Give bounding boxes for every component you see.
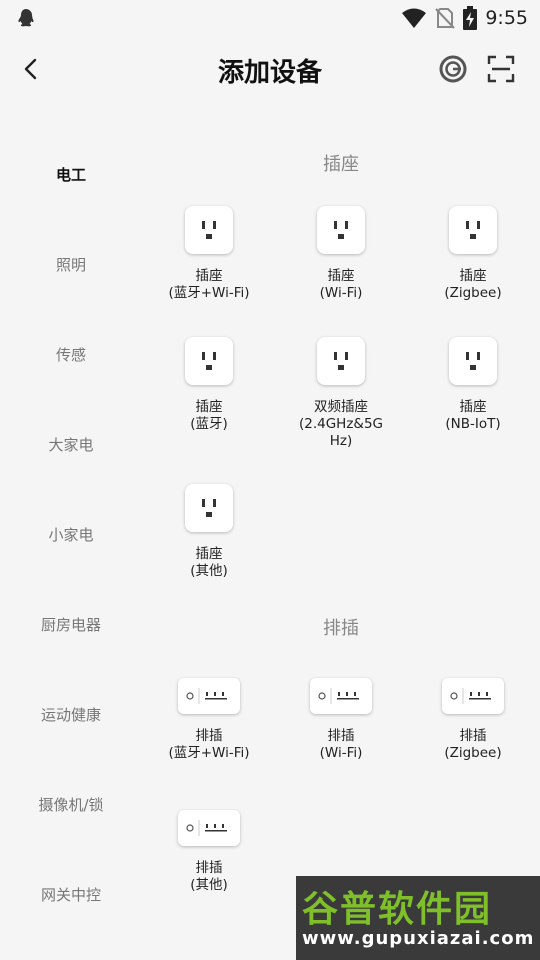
device-label: 排插 (Wi-Fi) [319, 728, 363, 761]
sidebar-item-electrician[interactable]: 电工 [0, 154, 142, 194]
device-strip-ble-wifi[interactable]: 排插 (蓝牙+Wi-Fi) [143, 672, 275, 762]
qq-penguin-icon [18, 9, 34, 27]
device-label: 排插 (蓝牙+Wi-Fi) [168, 728, 250, 761]
socket-icon [185, 206, 233, 254]
status-time: 9:55 [485, 7, 528, 29]
device-label: 插座 (蓝牙+Wi-Fi) [168, 268, 250, 301]
device-label: 排插 (其他) [190, 860, 228, 893]
sidebar-item-sensor[interactable]: 传感 [0, 334, 142, 374]
device-label: 插座 (蓝牙) [190, 399, 228, 432]
sidebar-item-gateway[interactable]: 网关中控 [0, 874, 142, 914]
power-strip-icon [310, 678, 372, 714]
sidebar-item-sports-health[interactable]: 运动健康 [0, 694, 142, 734]
sidebar-item-lighting[interactable]: 照明 [0, 244, 142, 284]
socket-icon [449, 337, 497, 385]
device-label: 插座 (Wi-Fi) [319, 268, 363, 301]
device-socket-other[interactable]: 插座 (其他) [143, 484, 275, 580]
socket-icon [317, 206, 365, 254]
device-socket-zigbee[interactable]: 插座 (Zigbee) [407, 206, 539, 302]
device-strip-wifi[interactable]: 排插 (Wi-Fi) [275, 672, 407, 762]
section-title-socket: 插座 [323, 154, 359, 175]
device-label: 插座 (NB-IoT) [445, 399, 501, 432]
scan-icon [487, 55, 515, 83]
device-socket-ble-wifi[interactable]: 插座 (蓝牙+Wi-Fi) [143, 206, 275, 302]
device-socket-ble[interactable]: 插座 (蓝牙) [143, 337, 275, 433]
device-label: 双频插座 (2.4GHz&5G Hz) [298, 399, 383, 449]
sidebar-item-camera-lock[interactable]: 摄像机/锁 [0, 784, 142, 824]
device-label: 插座 (Zigbee) [444, 268, 502, 301]
sidebar-item-small-appliance[interactable]: 小家电 [0, 514, 142, 554]
power-strip-icon [178, 810, 240, 846]
device-label: 插座 (其他) [190, 546, 228, 579]
device-socket-wifi[interactable]: 插座 (Wi-Fi) [275, 206, 407, 302]
device-strip-zigbee[interactable]: 排插 (Zigbee) [407, 672, 539, 762]
watermark: 谷普软件园 www.gupuxiazai.com [296, 876, 540, 960]
sidebar-item-kitchen[interactable]: 厨房电器 [0, 604, 142, 644]
wifi-icon [402, 8, 427, 28]
status-bar: 9:55 [0, 0, 540, 36]
section-title-power-strip: 排插 [323, 618, 359, 639]
target-button[interactable] [436, 52, 470, 86]
socket-icon [317, 337, 365, 385]
device-socket-nb-iot[interactable]: 插座 (NB-IoT) [407, 337, 539, 433]
power-strip-icon [178, 678, 240, 714]
header: 添加设备 [0, 36, 540, 100]
scan-button[interactable] [484, 52, 518, 86]
device-strip-other[interactable]: 排插 (其他) [143, 804, 275, 894]
device-socket-dual-band[interactable]: 双频插座 (2.4GHz&5G Hz) [275, 337, 407, 450]
socket-icon [185, 337, 233, 385]
power-strip-icon [442, 678, 504, 714]
socket-icon [449, 206, 497, 254]
battery-charging-icon [463, 6, 478, 30]
sidebar-item-large-appliance[interactable]: 大家电 [0, 424, 142, 464]
target-icon [439, 55, 467, 83]
device-label: 排插 (Zigbee) [444, 728, 502, 761]
no-sim-icon [435, 8, 456, 29]
watermark-url: www.gupuxiazai.com [302, 928, 535, 949]
socket-icon [185, 484, 233, 532]
watermark-logo: 谷普软件园 [302, 889, 493, 930]
